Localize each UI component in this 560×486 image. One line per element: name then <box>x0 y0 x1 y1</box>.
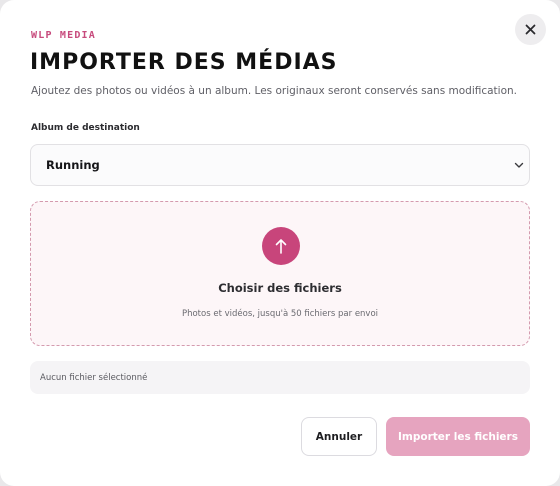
import-media-modal: WLP MEDIA IMPORTER DES MÉDIAS Ajoutez de… <box>0 0 560 486</box>
dropzone-hint: Photos et vidéos, jusqu'à 50 fichiers pa… <box>181 309 379 319</box>
chevron-down-icon <box>514 162 524 168</box>
upload-arrow-icon <box>275 239 287 254</box>
album-field-label: Album de destination <box>31 123 140 133</box>
cancel-button[interactable]: Annuler <box>301 417 377 456</box>
album-select[interactable]: Running <box>30 144 530 186</box>
dropzone-title: Choisir des fichiers <box>218 281 342 295</box>
file-status-bar: Aucun fichier sélectionné <box>30 361 530 394</box>
file-dropzone[interactable]: Choisir des fichiers Photos et vidéos, j… <box>30 201 530 346</box>
close-icon <box>525 24 536 35</box>
album-select-value: Running <box>46 158 100 172</box>
close-button[interactable] <box>515 14 546 45</box>
modal-title: IMPORTER DES MÉDIAS <box>30 50 338 75</box>
file-status-text: Aucun fichier sélectionné <box>40 372 148 383</box>
modal-subtitle: Ajoutez des photos ou vidéos à un album.… <box>31 85 518 97</box>
import-files-button[interactable]: Importer les fichiers <box>386 417 530 456</box>
brand-eyebrow: WLP MEDIA <box>31 30 96 41</box>
upload-button[interactable] <box>262 227 300 265</box>
